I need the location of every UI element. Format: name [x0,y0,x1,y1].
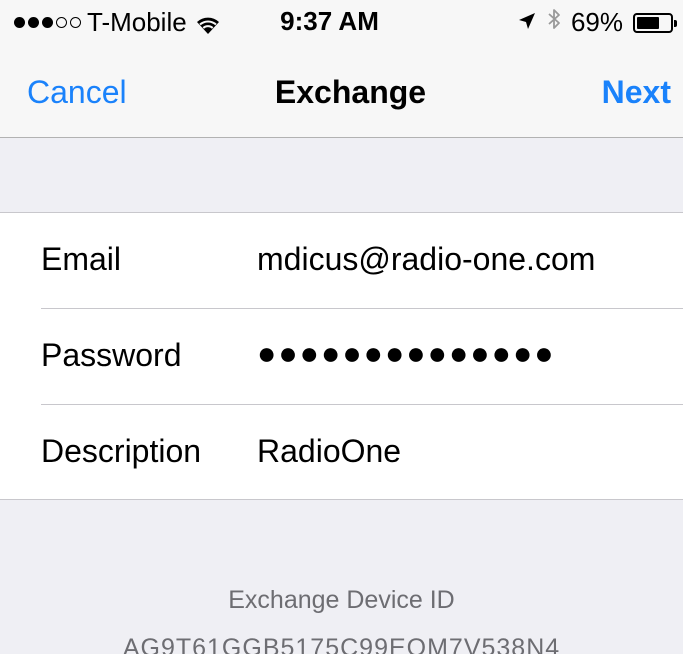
password-label: Password [41,337,182,373]
battery-icon [633,12,677,33]
email-label: Email [41,241,122,277]
next-button[interactable]: Next [602,74,671,111]
bluetooth-icon [547,7,561,38]
device-id-value: AG9T61GGB5175C99EOM7V538N4 [122,634,561,654]
email-row[interactable]: Email mdicus@radio-one.com [0,213,683,309]
navigation-bar: Cancel Exchange Next [0,46,683,138]
battery-fill [637,16,660,29]
password-row[interactable]: Password ●●●●●●●●●●●●●● [0,309,683,405]
description-field[interactable]: RadioOne [257,433,401,470]
device-id-label: Exchange Device ID [228,586,455,614]
screen: T-Mobile 9:37 AM 69% Cancel Exchange Nex… [0,0,683,654]
page-title: Exchange [274,74,427,110]
battery-nub [674,19,677,27]
battery-percent: 69% [570,7,623,37]
email-field[interactable]: mdicus@radio-one.com [257,241,595,278]
account-form: Email mdicus@radio-one.com Password ●●●●… [0,212,683,500]
description-label: Description [41,433,202,469]
page-title-wrap: Exchange [0,74,683,111]
password-field[interactable]: ●●●●●●●●●●●●●● [257,335,556,372]
status-bar-right: 69% [517,7,677,38]
status-time: 9:37 AM [280,6,379,36]
description-row[interactable]: Description RadioOne [0,405,683,501]
location-arrow-icon [517,7,537,38]
status-bar: T-Mobile 9:37 AM 69% [0,0,683,46]
